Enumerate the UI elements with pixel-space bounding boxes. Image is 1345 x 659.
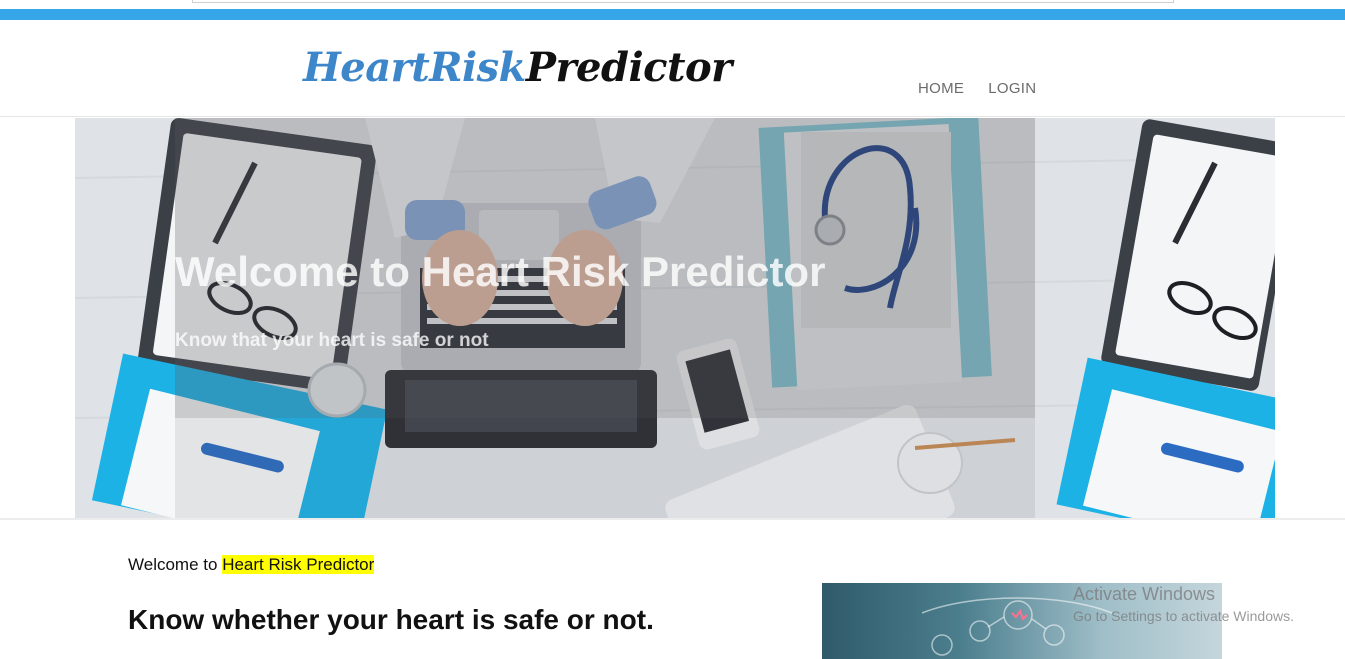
hero-overlay-lower	[175, 418, 1035, 518]
page-headline: Know whether your heart is safe or not.	[128, 604, 654, 635]
site-logo[interactable]: HeartRiskPredictor	[303, 44, 732, 91]
activate-windows-watermark: Activate Windows Go to Settings to activ…	[1073, 584, 1294, 624]
nav-login-link[interactable]: LOGIN	[988, 80, 1036, 97]
hero-subtitle: Know that your heart is safe or not	[175, 330, 489, 351]
site-header: HeartRiskPredictor HOME LOGIN	[0, 20, 1345, 117]
welcome-prefix: Welcome to	[128, 555, 218, 574]
nav-home-link[interactable]: HOME	[918, 80, 964, 97]
welcome-highlight: Heart Risk Predictor	[222, 555, 375, 574]
logo-text-part2: Predictor	[525, 44, 732, 91]
hero-banner: Welcome to Heart Risk Predictor Know tha…	[75, 118, 1275, 518]
welcome-text: Welcome to Heart Risk Predictor	[128, 555, 375, 575]
hero-title: Welcome to Heart Risk Predictor	[175, 248, 826, 295]
top-accent-bar	[0, 9, 1345, 20]
activate-windows-subtitle: Go to Settings to activate Windows.	[1073, 608, 1294, 624]
main-nav: HOME LOGIN	[918, 80, 1036, 97]
activate-windows-title: Activate Windows	[1073, 584, 1216, 604]
logo-text-part1: HeartRisk	[303, 44, 526, 91]
browser-address-bar-edge[interactable]	[192, 0, 1174, 3]
hero-divider	[0, 518, 1345, 520]
